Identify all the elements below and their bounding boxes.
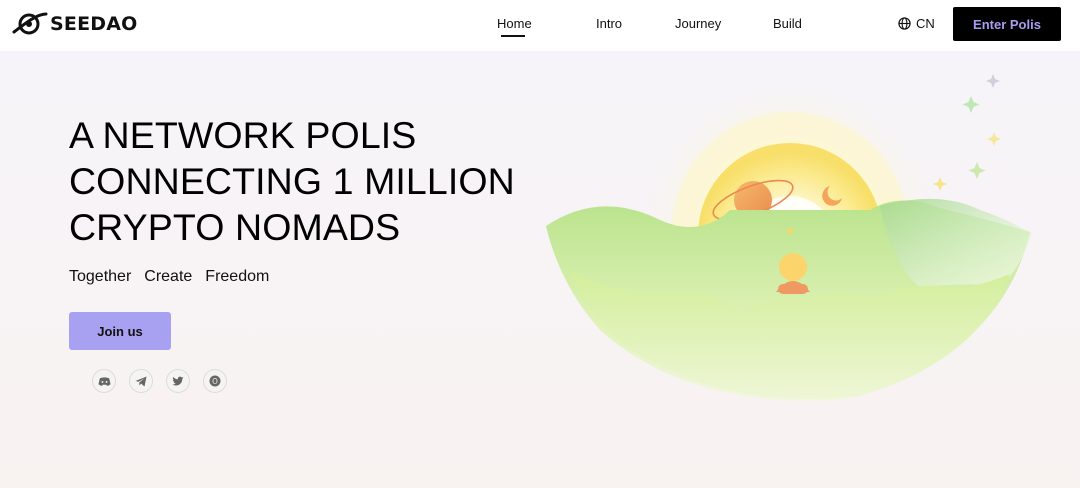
hero-title: A NETWORK POLIS CONNECTING 1 MILLION CRY… <box>69 112 569 250</box>
language-label: CN <box>916 16 935 31</box>
hero-illustration <box>546 74 1032 402</box>
hero-title-line: CRYPTO NOMADS <box>69 206 401 248</box>
tagline-word: Freedom <box>205 268 270 285</box>
discord-link[interactable] <box>92 369 116 393</box>
mirror-icon <box>209 375 221 387</box>
globe-icon <box>898 17 911 30</box>
planet-logo-icon <box>12 12 48 35</box>
hero-tagline: Together Create Freedom <box>69 268 269 286</box>
nav-home[interactable]: Home <box>497 16 532 31</box>
hero-title-line: A NETWORK POLIS <box>69 114 417 156</box>
social-links <box>92 369 227 393</box>
hero-title-line: CONNECTING 1 MILLION <box>69 160 515 202</box>
nav-journey[interactable]: Journey <box>675 16 721 31</box>
nav-intro[interactable]: Intro <box>596 16 622 31</box>
telegram-icon <box>135 376 147 386</box>
enter-polis-button[interactable]: Enter Polis <box>953 7 1061 41</box>
telegram-link[interactable] <box>129 369 153 393</box>
join-us-button[interactable]: Join us <box>69 312 171 350</box>
brand-name: SEEDAO <box>50 13 138 35</box>
mirror-link[interactable] <box>203 369 227 393</box>
nav-build[interactable]: Build <box>773 16 802 31</box>
discord-icon <box>97 376 111 386</box>
language-switch[interactable]: CN <box>898 16 935 31</box>
tagline-word: Create <box>144 268 193 285</box>
tagline-word: Together <box>69 268 132 285</box>
twitter-icon <box>172 376 184 385</box>
brand-logo[interactable]: SEEDAO <box>12 10 137 38</box>
top-navbar: SEEDAO Home Intro Journey Build CN Enter… <box>0 0 1080 51</box>
twitter-link[interactable] <box>166 369 190 393</box>
nav-active-indicator <box>501 35 525 37</box>
